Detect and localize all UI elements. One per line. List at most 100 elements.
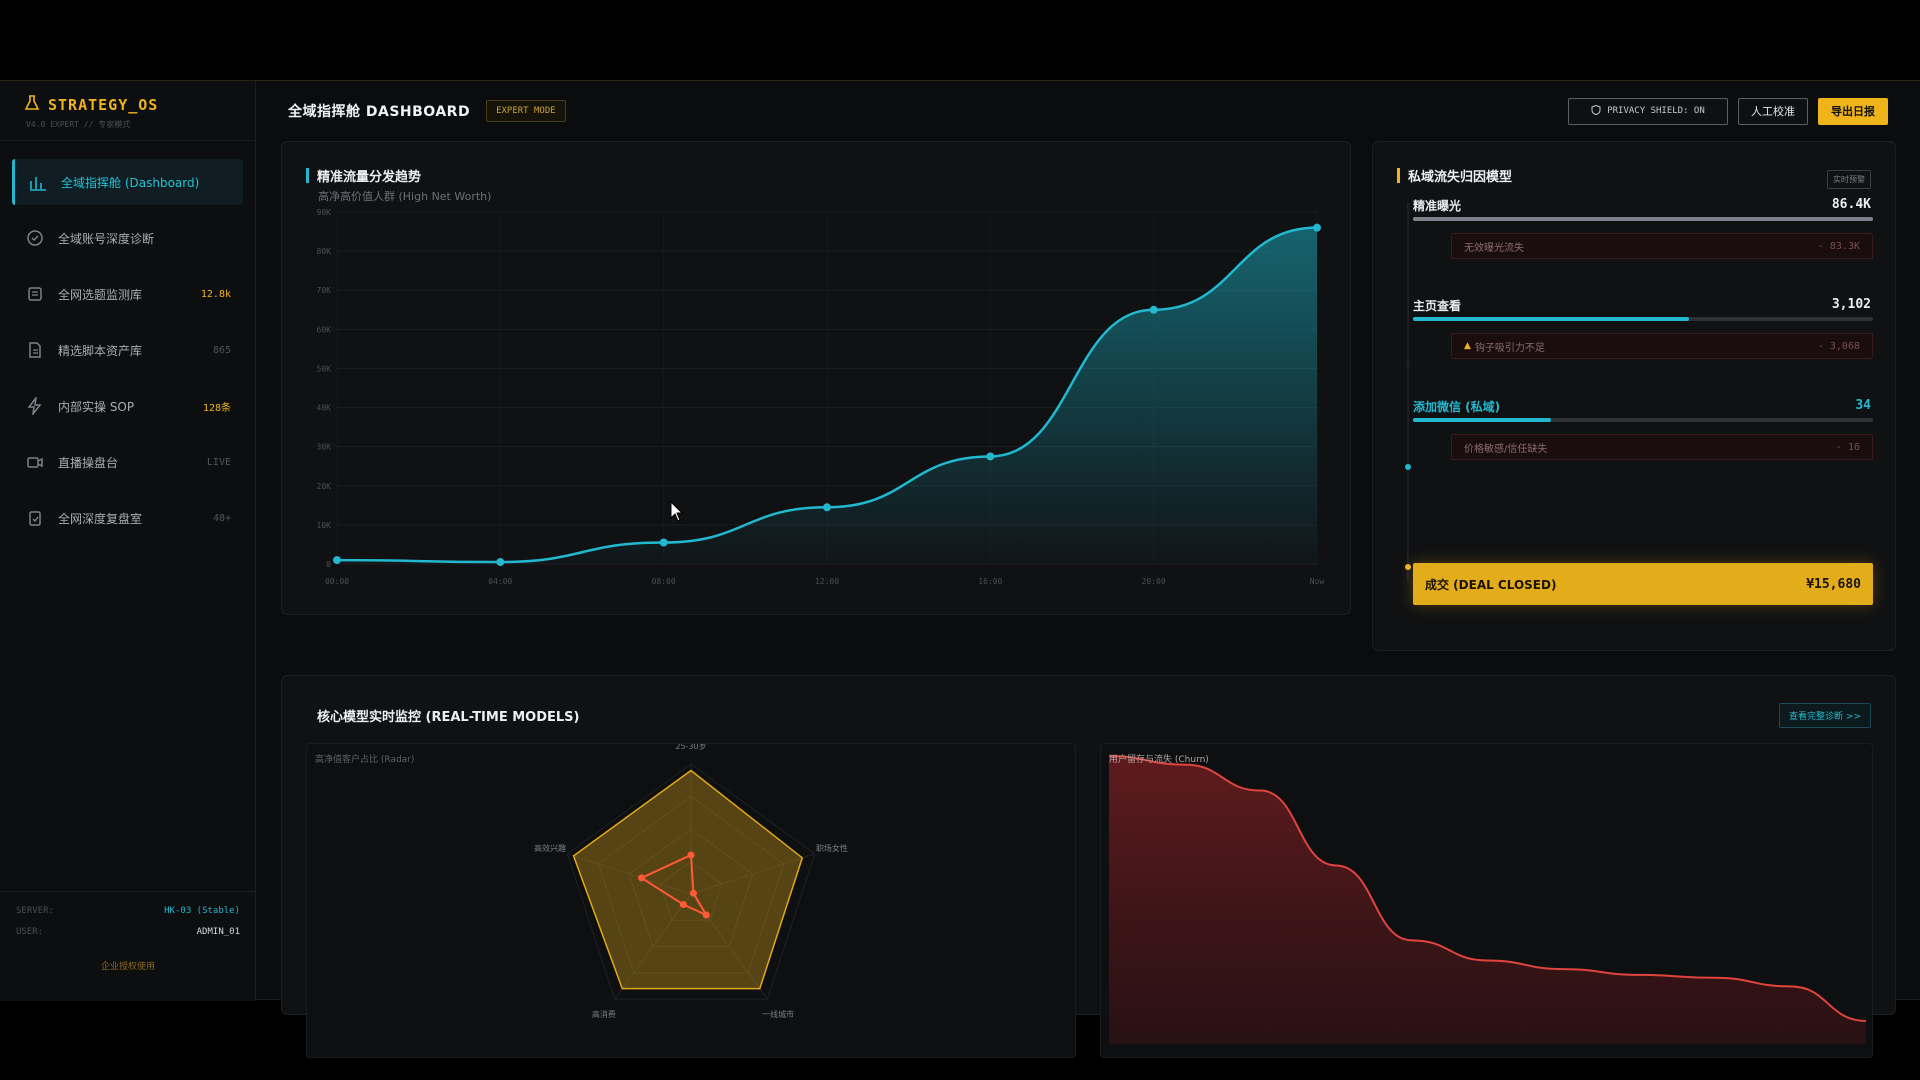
churn-chart bbox=[1108, 755, 1867, 1044]
app-frame: STRATEGY_OS V4.0 EXPERT // 专家模式 全域指挥舱 (D… bbox=[0, 80, 1920, 1058]
funnel-stage-track bbox=[1413, 217, 1873, 221]
funnel-loss-row: 价格敏感/信任缺失 - 16 bbox=[1451, 434, 1873, 460]
y-tick-label: 30K bbox=[317, 443, 332, 452]
traffic-point bbox=[333, 556, 341, 565]
sidebar-item-badge: LIVE bbox=[206, 456, 231, 468]
x-tick-label: 20:00 bbox=[1142, 577, 1166, 586]
traffic-point bbox=[1313, 223, 1321, 232]
server-value: HK-03 (Stable) bbox=[164, 906, 240, 916]
deal-value: ¥15,680 bbox=[1806, 576, 1861, 592]
loss-label: 价格敏感/信任缺失 bbox=[1464, 443, 1548, 455]
radar-card: 高净值客户占比 (Radar) 25-30岁 职场女性 一线城市 高消费 高效兴趣 bbox=[306, 743, 1076, 1058]
funnel-stage-fill bbox=[1413, 317, 1689, 321]
x-tick-label: 08:00 bbox=[652, 577, 676, 586]
mode-badge: EXPERT MODE bbox=[486, 100, 566, 122]
sidebar-item-5[interactable]: 直播操盘台 LIVE bbox=[12, 439, 243, 485]
user-value: ADMIN_01 bbox=[196, 927, 240, 937]
sidebar-item-badge: 48+ bbox=[212, 512, 231, 524]
flask-icon bbox=[24, 95, 40, 115]
server-key: SERVER: bbox=[16, 906, 54, 916]
funnel-stage-value: 86.4K bbox=[1831, 197, 1871, 212]
churn-card: 用户留存与流失 (Churn) bbox=[1100, 743, 1873, 1058]
funnel-stage-track bbox=[1413, 317, 1873, 321]
y-tick-label: 40K bbox=[317, 404, 332, 413]
churn-area bbox=[1109, 756, 1866, 1044]
funnel-panel: 私域流失归因模型 实时预警 精准曝光 86.4K 无效曝光流失 - 83.3K 主页查看… bbox=[1372, 141, 1896, 651]
radar-chart: 25-30岁职场女性一线城市 高消费 高效兴趣 bbox=[534, 744, 848, 1019]
traffic-panel: 精准流量分发趋势 高净高价值人群 (High Net Worth) 0 10K 20… bbox=[281, 141, 1351, 615]
models-panel: 核心模型实时监控 (REAL-TIME MODELS) 查看完整诊断 >> 高净… bbox=[281, 675, 1896, 1058]
radar-point bbox=[679, 901, 687, 909]
loss-value: - 16 bbox=[1835, 441, 1860, 453]
radar-axis-label: 高消费 bbox=[592, 1009, 616, 1019]
sidebar-item-1[interactable]: 全域账号深度诊断 bbox=[12, 215, 243, 261]
sidebar-item-label: 内部实操 SOP bbox=[58, 399, 135, 414]
sidebar: STRATEGY_OS V4.0 EXPERT // 专家模式 全域指挥舱 (D… bbox=[0, 81, 256, 1001]
x-tick-label: 12:00 bbox=[815, 577, 839, 586]
sidebar-item-0[interactable]: 全域指挥舱 (Dashboard) bbox=[12, 159, 243, 205]
funnel-stage-value: 34 bbox=[1855, 398, 1871, 413]
chart-icon bbox=[29, 173, 47, 191]
radar-axis-label: 职场女性 bbox=[816, 843, 848, 853]
bolt-icon bbox=[26, 397, 44, 415]
x-tick-label: 00:00 bbox=[325, 577, 349, 586]
loss-label: 无效曝光流失 bbox=[1464, 242, 1524, 254]
radar-point bbox=[687, 851, 695, 859]
radar-point bbox=[702, 911, 710, 919]
loss-label: 钩子吸引力不足 bbox=[1474, 342, 1545, 354]
license-note: 企业授权使用 bbox=[100, 962, 155, 972]
y-tick-label: 60K bbox=[317, 325, 332, 334]
models-title: 核心模型实时监控 (REAL-TIME MODELS) bbox=[317, 710, 580, 725]
export-report-button[interactable]: 导出日报 bbox=[1818, 97, 1888, 125]
funnel-stage-fill bbox=[1413, 418, 1551, 422]
churn-title: 用户留存与流失 (Churn) bbox=[1109, 755, 1209, 765]
sidebar-item-2[interactable]: 全网选题监测库 12.8k bbox=[12, 271, 243, 317]
deal-closed-bar: 成交 (DEAL CLOSED) ¥15,680 bbox=[1413, 563, 1873, 605]
loss-value: - 3,068 bbox=[1817, 340, 1860, 352]
traffic-point bbox=[986, 452, 995, 461]
sidebar-item-label: 全域账号深度诊断 bbox=[58, 231, 155, 246]
funnel-loss-row: 无效曝光流失 - 83.3K bbox=[1451, 233, 1873, 259]
database-icon bbox=[26, 285, 44, 303]
funnel-stage-value: 3,102 bbox=[1831, 297, 1871, 312]
sidebar-nav: 全域指挥舱 (Dashboard) 全域账号深度诊断 全网选题监测库 12.8k 精选脚… bbox=[0, 141, 255, 541]
funnel-stage-track bbox=[1413, 418, 1873, 422]
funnel-stage-label: 添加微信 (私域) bbox=[1413, 400, 1501, 414]
y-tick-label: 10K bbox=[317, 521, 332, 530]
funnel-stage-fill bbox=[1413, 217, 1873, 221]
sidebar-footer: SERVER: HK-03 (Stable) USER: ADMIN_01 企业授权… bbox=[0, 891, 256, 1001]
x-tick-label: 16:00 bbox=[978, 577, 1002, 586]
funnel-loss-row: ▲ 钩子吸引力不足 - 3,068 bbox=[1451, 333, 1873, 359]
loss-value: - 83.3K bbox=[1817, 240, 1860, 252]
sidebar-item-3[interactable]: 精选脚本资产库 865 bbox=[12, 327, 243, 373]
full-diagnosis-link[interactable]: 查看完整诊断 >> bbox=[1779, 703, 1871, 728]
sidebar-item-badge: 12.8k bbox=[200, 288, 231, 300]
deal-label: 成交 (DEAL CLOSED) bbox=[1425, 577, 1557, 592]
sidebar-item-6[interactable]: 全网深度复盘室 48+ bbox=[12, 495, 243, 541]
radar-series-0 bbox=[572, 769, 804, 990]
traffic-chart: 0 10K 20K 30K 40K 50K 60K 70K 80K 90K 00:00 04:00 08… bbox=[317, 208, 1325, 586]
page-title: 全域指挥舱 DASHBOARD bbox=[288, 104, 471, 120]
y-tick-label: 80K bbox=[317, 247, 332, 256]
privacy-shield-button[interactable]: PRIVACY SHIELD: ON bbox=[1568, 97, 1728, 125]
brand-title: STRATEGY_OS bbox=[48, 96, 159, 114]
clipboard-icon bbox=[26, 509, 44, 527]
radar-point bbox=[638, 874, 646, 882]
sidebar-item-label: 直播操盘台 bbox=[58, 455, 119, 470]
traffic-point bbox=[496, 558, 505, 567]
sidebar-item-label: 全网选题监测库 bbox=[58, 287, 143, 302]
funnel-stage-label: 精准曝光 bbox=[1413, 199, 1462, 213]
manual-calibrate-button[interactable]: 人工校准 bbox=[1738, 97, 1808, 125]
sidebar-item-badge: 128条 bbox=[202, 402, 231, 414]
sidebar-item-4[interactable]: 内部实操 SOP 128条 bbox=[12, 383, 243, 429]
funnel-stage-label: 主页查看 bbox=[1413, 299, 1462, 313]
sidebar-item-label: 全网深度复盘室 bbox=[58, 511, 143, 526]
mouse-cursor-icon bbox=[670, 501, 684, 522]
target-icon bbox=[26, 229, 44, 247]
brand-subtitle: V4.0 EXPERT // 专家模式 bbox=[26, 120, 131, 129]
radar-axis-label: 25-30岁 bbox=[675, 744, 706, 751]
user-key: USER: bbox=[16, 927, 44, 937]
sidebar-item-badge: 865 bbox=[212, 344, 231, 356]
x-tick-label: 04:00 bbox=[488, 577, 512, 586]
warning-icon: ▲ bbox=[1464, 341, 1471, 351]
